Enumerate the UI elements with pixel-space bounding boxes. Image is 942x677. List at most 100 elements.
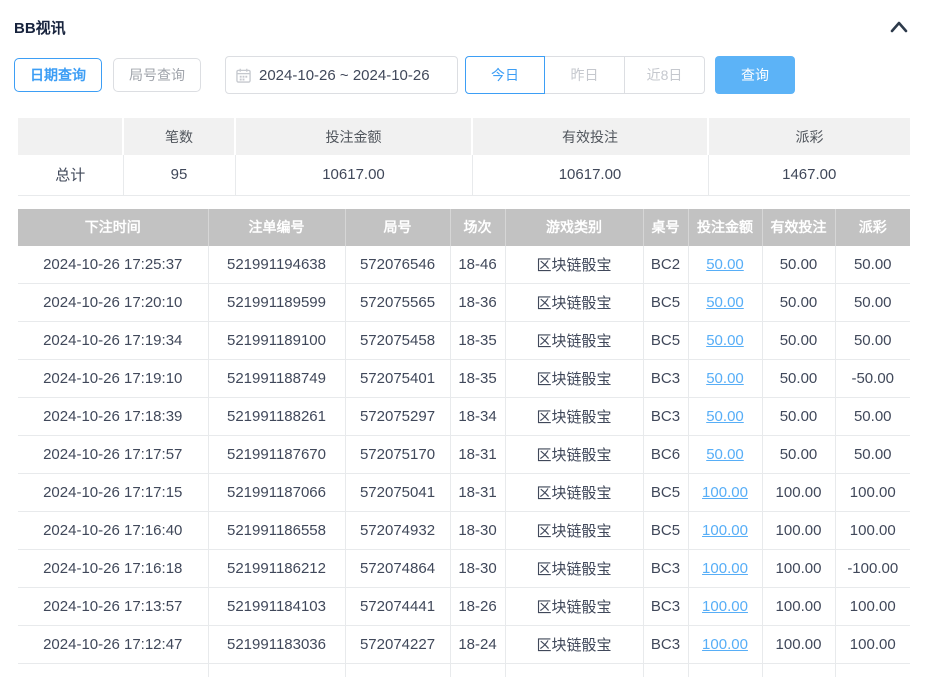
table-row: 2024-10-26 17:19:34521991189100572075458… <box>18 322 910 360</box>
cell-table: BC2 <box>643 246 688 284</box>
cell-round: 572074932 <box>345 512 450 550</box>
cell-time: 2024-10-26 17:13:57 <box>18 588 208 626</box>
cell-bet-amount: 50.00 <box>688 322 762 360</box>
cell-bet-id: 521991183036 <box>208 626 345 664</box>
cell-round: 572074864 <box>345 550 450 588</box>
summary-total-row: 总计 95 10617.00 10617.00 1467.00 <box>18 155 910 195</box>
col-header-game: 游戏类别 <box>505 209 643 246</box>
cell-bet-amount: 100.00 <box>688 626 762 664</box>
cell-session: 18-46 <box>450 246 505 284</box>
cell-time: 2024-10-26 17:20:10 <box>18 284 208 322</box>
cell-bet-amount: 100.00 <box>688 512 762 550</box>
bb-video-panel: BB视讯 日期查询 局号查询 <box>0 0 942 677</box>
cell-table: BC3 <box>643 398 688 436</box>
cell-game: 区块链骰宝 <box>505 436 643 474</box>
cell-empty <box>208 664 345 677</box>
bet-amount-link[interactable]: 100.00 <box>702 522 748 539</box>
search-button[interactable]: 查询 <box>715 56 795 94</box>
table-row: 2024-10-26 17:18:39521991188261572075297… <box>18 398 910 436</box>
cell-payout: 50.00 <box>835 398 910 436</box>
bet-amount-link[interactable]: 50.00 <box>706 408 744 425</box>
cell-bet-id: 521991187670 <box>208 436 345 474</box>
cell-bet-id: 521991184103 <box>208 588 345 626</box>
tab-round-query[interactable]: 局号查询 <box>113 58 201 92</box>
cell-table: BC5 <box>643 512 688 550</box>
cell-game: 区块链骰宝 <box>505 398 643 436</box>
quick-button-group: 今日昨日近8日 <box>465 56 705 94</box>
cell-game: 区块链骰宝 <box>505 550 643 588</box>
cell-round: 572075297 <box>345 398 450 436</box>
summary-payout: 1467.00 <box>708 155 910 195</box>
cell-empty <box>18 664 208 677</box>
cell-session: 18-35 <box>450 322 505 360</box>
cell-game: 区块链骰宝 <box>505 474 643 512</box>
cell-bet-amount: 50.00 <box>688 398 762 436</box>
quick-button-0[interactable]: 今日 <box>465 56 545 94</box>
bet-amount-link[interactable]: 50.00 <box>706 332 744 349</box>
cell-table: BC3 <box>643 550 688 588</box>
cell-payout: 50.00 <box>835 322 910 360</box>
cell-session: 18-31 <box>450 436 505 474</box>
cell-payout: 50.00 <box>835 246 910 284</box>
table-row: 2024-10-26 17:12:47521991183036572074227… <box>18 626 910 664</box>
cell-session: 18-30 <box>450 512 505 550</box>
table-row: 2024-10-26 17:25:37521991194638572076546… <box>18 246 910 284</box>
bet-amount-link[interactable]: 50.00 <box>706 294 744 311</box>
cell-empty <box>643 664 688 677</box>
cell-payout: 100.00 <box>835 512 910 550</box>
cell-valid-bet: 50.00 <box>762 284 835 322</box>
cell-table: BC3 <box>643 626 688 664</box>
cell-time: 2024-10-26 17:16:18 <box>18 550 208 588</box>
collapse-button[interactable] <box>886 16 912 38</box>
cell-time: 2024-10-26 17:17:15 <box>18 474 208 512</box>
cell-payout: -100.00 <box>835 550 910 588</box>
cell-bet-amount: 50.00 <box>688 360 762 398</box>
calendar-icon <box>236 68 251 83</box>
cell-payout: 50.00 <box>835 284 910 322</box>
bet-amount-link[interactable]: 100.00 <box>702 636 748 653</box>
date-range-input[interactable]: 2024-10-26 ~ 2024-10-26 <box>225 56 458 94</box>
cell-session: 18-24 <box>450 626 505 664</box>
cell-round: 572075041 <box>345 474 450 512</box>
bet-amount-link[interactable]: 100.00 <box>702 484 748 501</box>
cell-game: 区块链骰宝 <box>505 246 643 284</box>
cell-time: 2024-10-26 17:25:37 <box>18 246 208 284</box>
cell-payout: 100.00 <box>835 626 910 664</box>
cell-bet-amount: 50.00 <box>688 284 762 322</box>
cell-game: 区块链骰宝 <box>505 512 643 550</box>
cell-bet-id: 521991194638 <box>208 246 345 284</box>
table-row-partial <box>18 664 910 677</box>
cell-round: 572074227 <box>345 626 450 664</box>
tab-date-query[interactable]: 日期查询 <box>14 58 102 92</box>
summary-table: 笔数投注金额有效投注派彩 总计 95 10617.00 10617.00 146… <box>18 118 910 196</box>
bet-amount-link[interactable]: 50.00 <box>706 256 744 273</box>
quick-button-1[interactable]: 昨日 <box>545 56 625 94</box>
cell-empty <box>345 664 450 677</box>
summary-header-row: 笔数投注金额有效投注派彩 <box>18 118 910 155</box>
bet-amount-link[interactable]: 50.00 <box>706 446 744 463</box>
cell-table: BC6 <box>643 436 688 474</box>
bet-amount-link[interactable]: 100.00 <box>702 560 748 577</box>
cell-bet-id: 521991186558 <box>208 512 345 550</box>
table-row: 2024-10-26 17:16:18521991186212572074864… <box>18 550 910 588</box>
cell-time: 2024-10-26 17:18:39 <box>18 398 208 436</box>
cell-valid-bet: 50.00 <box>762 360 835 398</box>
cell-table: BC5 <box>643 474 688 512</box>
cell-valid-bet: 50.00 <box>762 246 835 284</box>
detail-table-body: 2024-10-26 17:25:37521991194638572076546… <box>18 246 910 677</box>
cell-bet-id: 521991188261 <box>208 398 345 436</box>
col-header-valid-bet: 有效投注 <box>762 209 835 246</box>
cell-empty <box>505 664 643 677</box>
quick-button-2[interactable]: 近8日 <box>625 56 705 94</box>
cell-game: 区块链骰宝 <box>505 284 643 322</box>
cell-valid-bet: 100.00 <box>762 474 835 512</box>
cell-game: 区块链骰宝 <box>505 626 643 664</box>
table-row: 2024-10-26 17:17:57521991187670572075170… <box>18 436 910 474</box>
bet-amount-link[interactable]: 50.00 <box>706 370 744 387</box>
col-header-table: 桌号 <box>643 209 688 246</box>
bet-amount-link[interactable]: 100.00 <box>702 598 748 615</box>
cell-payout: 100.00 <box>835 588 910 626</box>
cell-round: 572076546 <box>345 246 450 284</box>
cell-session: 18-30 <box>450 550 505 588</box>
cell-bet-id: 521991186212 <box>208 550 345 588</box>
